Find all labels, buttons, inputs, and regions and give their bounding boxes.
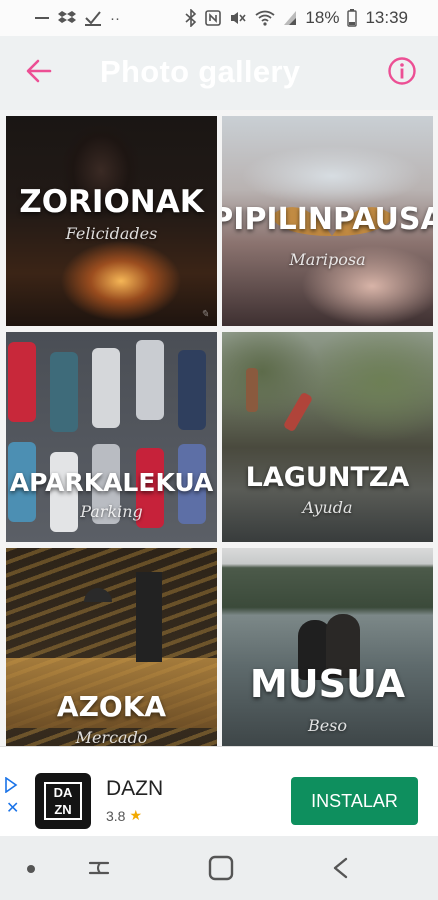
ad-app-logo[interactable]: DA ZN (35, 773, 91, 829)
tile-title: AZOKA (56, 690, 167, 723)
clock: 13:39 (365, 8, 408, 27)
car-teal (50, 352, 78, 432)
back-button[interactable] (24, 56, 54, 86)
adchoices-icon[interactable] (4, 777, 18, 793)
gallery-tile-pipilinpausa[interactable]: PIPILINPAUSA Mariposa (222, 116, 433, 326)
close-icon[interactable]: ✕ (6, 801, 19, 817)
gallery-tile-azoka[interactable]: AZOKA Mercado (6, 548, 217, 746)
status-right: 18% 13:39 (185, 8, 408, 28)
arrow-back-icon (26, 59, 52, 83)
tile-title: ZORIONAK (19, 184, 204, 220)
more-icon: ·· (110, 9, 120, 27)
app-bar: Photo gallery (0, 36, 438, 110)
dot-icon[interactable] (26, 864, 36, 874)
signal-icon (284, 11, 297, 25)
wifi-icon (255, 10, 275, 26)
tile-subtitle: Mercado (75, 728, 148, 746)
car-red (8, 342, 36, 422)
tile-title: MUSUA (249, 662, 406, 706)
tile-subtitle: Beso (307, 716, 348, 735)
dazn-logo: DA ZN (44, 782, 82, 820)
back-nav-icon[interactable] (330, 856, 356, 880)
minus-icon (35, 17, 49, 19)
bluetooth-icon (185, 9, 197, 27)
ad-rating-value: 3.8 (106, 807, 126, 824)
ad-rating: 3.8 ★ (106, 807, 142, 824)
watermark-icon: ✎ (200, 309, 209, 320)
status-left-icons: ·· (34, 10, 120, 27)
battery-percent: 18% (305, 8, 340, 27)
status-bar: ·· 18% 13:39 (0, 0, 438, 36)
pillar-shape (136, 572, 162, 662)
system-nav-bar (0, 836, 438, 900)
install-button[interactable]: INSTALAR (291, 777, 418, 825)
logo-text-bottom: ZN (54, 802, 72, 817)
gallery-tile-aparkalekua[interactable]: APARKALEKUA Parking (6, 332, 217, 542)
info-button[interactable] (387, 56, 417, 86)
recent-apps-icon[interactable] (86, 856, 112, 880)
gallery-tile-laguntza[interactable]: LAGUNTZA Ayuda (222, 332, 433, 542)
tile-subtitle: Ayuda (302, 498, 353, 517)
ad-app-name[interactable]: DAZN (106, 777, 163, 801)
gallery-tile-musua[interactable]: MUSUA Beso (222, 548, 433, 746)
tile-title: PIPILINPAUSA (222, 202, 433, 237)
tile-subtitle: Felicidades (65, 224, 158, 243)
tile-title: LAGUNTZA (245, 462, 410, 493)
person-figure (246, 368, 258, 412)
car-navy (178, 350, 206, 430)
tile-subtitle: Mariposa (289, 250, 366, 269)
info-icon (388, 57, 416, 85)
birthday-photo (6, 116, 217, 326)
check-icon (85, 11, 101, 26)
dropbox-icon (58, 11, 76, 23)
car-white (92, 348, 120, 428)
gallery-tile-zorionak[interactable]: ZORIONAK Felicidades ✎ (6, 116, 217, 326)
car-silver (136, 340, 164, 420)
nfc-icon (205, 10, 222, 26)
tile-subtitle: Parking (80, 502, 143, 521)
photo-grid: ZORIONAK Felicidades ✎ PIPILINPAUSA Mari… (0, 110, 438, 746)
page-title: Photo gallery (100, 54, 301, 89)
ad-banner[interactable]: ✕ DA ZN DAZN 3.8 ★ INSTALAR (0, 746, 438, 836)
mute-icon (231, 12, 247, 24)
home-icon[interactable] (207, 854, 235, 882)
logo-text-top: DA (53, 785, 73, 800)
battery-icon (347, 9, 358, 27)
star-icon: ★ (129, 807, 143, 823)
tile-title: APARKALEKUA (9, 468, 214, 497)
